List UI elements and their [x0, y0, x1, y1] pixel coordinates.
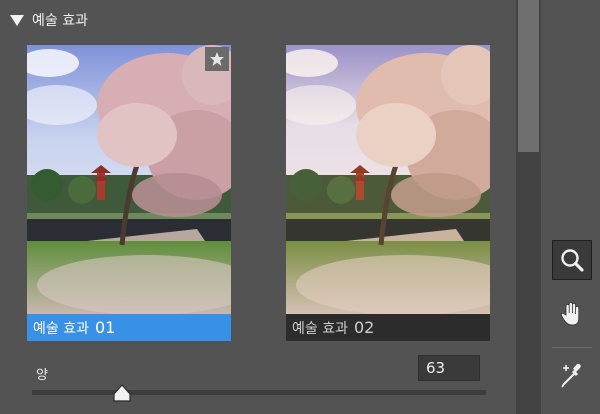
effects-panel: 예술 효과 예술 효과 01 예술 효과 02 양 63 [0, 0, 516, 414]
amount-slider-track[interactable] [32, 390, 486, 395]
hand-tool-button[interactable] [552, 294, 592, 334]
amount-label: 양 [36, 368, 48, 383]
section-header[interactable]: 예술 효과 [10, 6, 88, 34]
effect-preview-image [286, 45, 490, 314]
star-icon [210, 52, 224, 66]
section-title: 예술 효과 [32, 13, 88, 29]
effect-thumbnail-01[interactable]: 예술 효과 01 [27, 45, 231, 341]
effect-number: 01 [94, 318, 116, 337]
effect-caption: 예술 효과 02 [286, 314, 490, 341]
eyedropper-tool-button[interactable] [552, 356, 592, 396]
effect-name: 예술 효과 [33, 320, 89, 337]
scrollbar-thumb[interactable] [518, 0, 539, 152]
hand-icon [560, 302, 580, 326]
effect-caption: 예술 효과 01 [27, 314, 231, 341]
amount-slider-handle[interactable] [112, 383, 132, 403]
zoom-icon [561, 249, 584, 272]
effect-name: 예술 효과 [292, 320, 348, 337]
favorite-star-button[interactable] [205, 47, 229, 71]
collapse-triangle-icon[interactable] [10, 14, 24, 26]
tool-strip [541, 0, 600, 414]
zoom-tool-button[interactable] [552, 240, 592, 280]
eyedropper-icon [561, 363, 581, 388]
effect-thumbnail-02[interactable]: 예술 효과 02 [286, 45, 490, 341]
amount-value-input[interactable]: 63 [418, 355, 480, 381]
tool-separator [552, 347, 592, 348]
effect-number: 02 [353, 318, 375, 337]
effect-preview-image [27, 45, 231, 314]
